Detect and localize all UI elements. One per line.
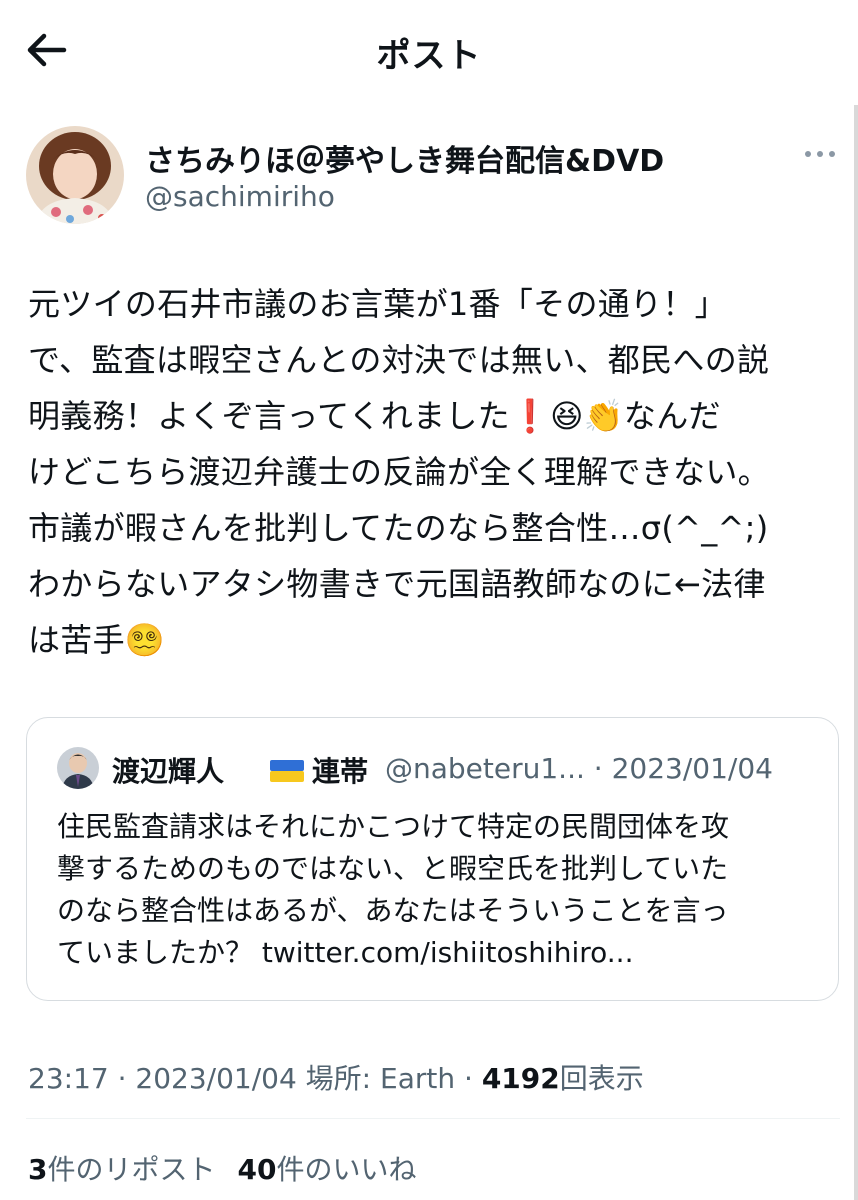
quoted-author-name-suffix: 連帯 [312, 755, 369, 788]
more-horizontal-icon [805, 151, 835, 157]
post-timestamp[interactable]: 23:17 · 2023/01/04 場所: Earth · [28, 1062, 473, 1095]
post-text-line: で、監査は暇空さんとの対決では無い、都民への説 [28, 341, 770, 379]
quoted-text-line: のなら整合性はあるが、あなたはそういうことを言っ [57, 894, 729, 927]
top-bar: ポスト [0, 0, 858, 100]
likes-stat[interactable]: 40件のいいね [238, 1153, 417, 1186]
reposts-count: 3 [28, 1153, 48, 1186]
engagement-stats: 3件のリポスト 40件のいいね [28, 1148, 416, 1188]
quoted-text-line[interactable]: ていましたか？ twitter.com/ishiitoshihiro... [57, 932, 827, 974]
post-text-line: けどこちら渡辺弁護士の反論が全く理解できない。 [28, 453, 770, 491]
scrollbar[interactable] [854, 105, 858, 1200]
quoted-meta: @nabeteru1... · 2023/01/04 [385, 752, 773, 785]
post-text-line: わからないアタシ物書きで元国語教師なのに←法律 [28, 565, 766, 603]
quoted-handle: @nabeteru1... [385, 752, 585, 785]
avatar-image [26, 126, 124, 224]
quoted-post[interactable]: 渡辺輝人 連帯 @nabeteru1... · 2023/01/04 住民監査請… [26, 717, 839, 1001]
post-meta: 23:17 · 2023/01/04 場所: Earth · 4192回表示 [28, 1057, 644, 1097]
post-text-line: 元ツイの石井市議のお言葉が1番「その通り！」 [28, 285, 727, 323]
more-button[interactable] [800, 142, 840, 166]
post-text-line: は苦手😵‍💫 [28, 621, 166, 659]
author-display-name[interactable]: さちみりほ＠夢やしき舞台配信&DVD [145, 136, 664, 180]
likes-label: 件のいいね [276, 1153, 417, 1186]
avatar-image [57, 747, 99, 789]
divider [26, 1118, 840, 1119]
post-text-line: 明義務！よくぞ言ってくれました❗️😆👏なんだ [28, 397, 721, 435]
ukraine-flag-icon [270, 760, 304, 782]
reposts-label: 件のリポスト [47, 1153, 216, 1186]
quoted-author-name: 渡辺輝人 [112, 755, 225, 788]
quoted-text: 住民監査請求はそれにかこつけて特定の民間団体を攻 撃するためのものではない、と暇… [57, 806, 827, 974]
views-label: 回表示 [559, 1062, 644, 1095]
views-count: 4192 [481, 1062, 560, 1095]
quoted-date: · 2023/01/04 [593, 752, 773, 785]
reposts-stat[interactable]: 3件のリポスト [28, 1153, 216, 1186]
quoted-text-line: 撃するためのものではない、と暇空氏を批判していた [57, 852, 729, 885]
page-title: ポスト [376, 36, 482, 76]
quoted-text-line: 住民監査請求はそれにかこつけて特定の民間団体を攻 [57, 810, 730, 843]
quoted-author-avatar [57, 747, 99, 789]
author-handle[interactable]: @sachimiriho [145, 180, 335, 213]
author-avatar[interactable] [26, 126, 124, 224]
post-text-line: 市議が暇さんを批判してたのなら整合性…σ(^_^;) [28, 509, 769, 547]
likes-count: 40 [237, 1153, 277, 1186]
post-text: 元ツイの石井市議のお言葉が1番「その通り！」 で、監査は暇空さんとの対決では無い… [28, 276, 848, 668]
